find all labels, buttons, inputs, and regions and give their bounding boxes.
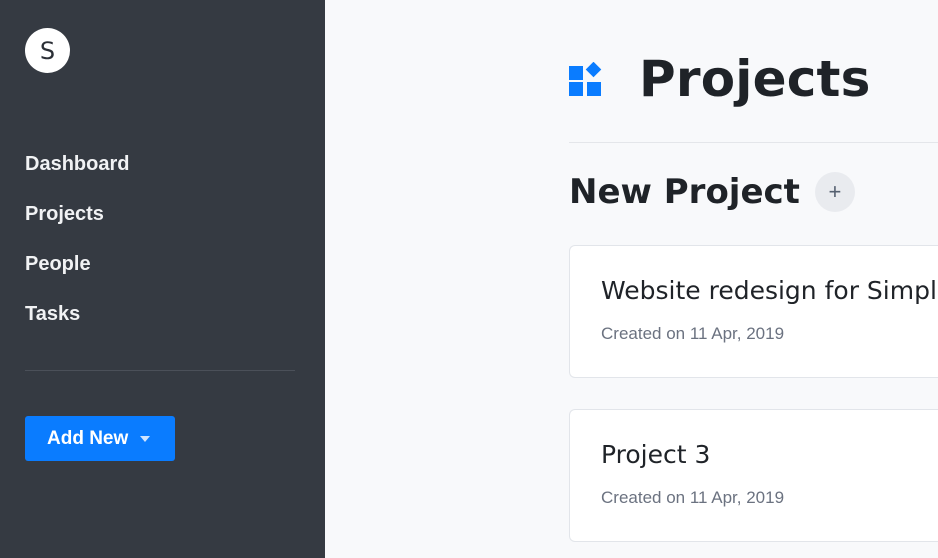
- add-project-button[interactable]: +: [814, 172, 855, 212]
- sidebar-item-people[interactable]: People: [25, 248, 129, 298]
- project-name: Website redesign for Simpl: [601, 276, 937, 305]
- header-divider: [569, 142, 938, 143]
- sidebar: S Dashboard Projects People Tasks Add Ne…: [0, 0, 325, 558]
- project-created-date: Created on 11 Apr, 2019: [601, 488, 785, 507]
- avatar[interactable]: S: [25, 28, 70, 73]
- project-created-date: Created on 11 Apr, 2019: [601, 324, 785, 343]
- project-card[interactable]: Website redesign for Simpl Created on 11…: [569, 245, 938, 378]
- caret-down-icon: [140, 435, 151, 442]
- main-content: Projects New Project + Website redesign …: [325, 0, 938, 558]
- new-project-row: New Project +: [569, 172, 855, 212]
- sidebar-item-projects[interactable]: Projects: [25, 198, 129, 248]
- plus-icon: +: [828, 179, 842, 204]
- new-project-heading: New Project: [569, 172, 800, 212]
- sidebar-item-tasks[interactable]: Tasks: [25, 298, 129, 348]
- add-new-button[interactable]: Add New: [25, 416, 175, 461]
- sidebar-divider: [25, 370, 295, 371]
- sidebar-nav: Dashboard Projects People Tasks: [25, 148, 129, 348]
- projects-icon: [569, 62, 602, 96]
- project-card[interactable]: Project 3 Created on 11 Apr, 2019: [569, 409, 938, 542]
- sidebar-item-dashboard[interactable]: Dashboard: [25, 148, 129, 198]
- page-header: Projects: [569, 50, 871, 108]
- add-new-label: Add New: [47, 427, 129, 449]
- project-name: Project 3: [601, 440, 711, 469]
- page-title: Projects: [639, 50, 871, 108]
